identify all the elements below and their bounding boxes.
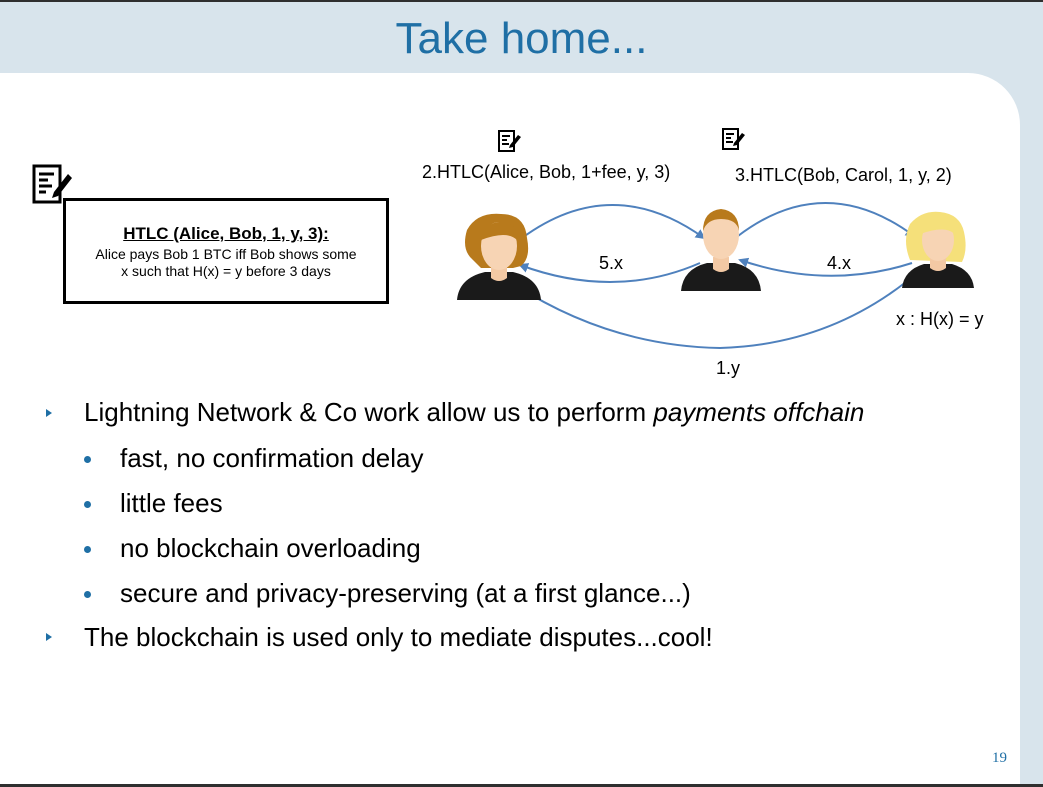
bullet-item-1: Lightning Network & Co work allow us to … [84,397,864,428]
hash-label: 1.y [716,358,741,378]
bullet-item-2: fast, no confirmation delay [120,443,424,473]
page-number: 19 [992,750,1007,766]
bullet-dot-icon [84,456,91,463]
bullet-item-5: secure and privacy-preserving (at a firs… [120,578,691,608]
slide: Take home... HTLC (Alice, Bob, 1, y, 3):… [0,0,1043,787]
bullet-dot-icon [84,501,91,508]
payment-arrows [513,202,916,350]
secret-label: x : H(x) = y [896,309,984,329]
bullet-item-3: little fees [120,488,223,518]
bullet-marker-icon [46,633,52,641]
bullet-item-6: The blockchain is used only to mediate d… [84,622,713,652]
bullet-dot-icon [84,546,91,553]
bullet-1-emphasis: payments offchain [653,397,865,427]
bob-avatar [681,209,761,291]
arrow-carol-to-bob [738,257,913,277]
reveal-carol-bob-label: 4.x [827,253,852,273]
bullet-item-4: no blockchain overloading [120,533,421,563]
reveal-bob-alice-label: 5.x [599,253,624,273]
bullet-1-text: Lightning Network & Co work allow us to … [84,397,654,427]
carol-avatar [902,211,974,288]
bullet-dot-icon [84,591,91,598]
alice-avatar [457,213,541,300]
bullet-marker-icon [46,409,52,417]
